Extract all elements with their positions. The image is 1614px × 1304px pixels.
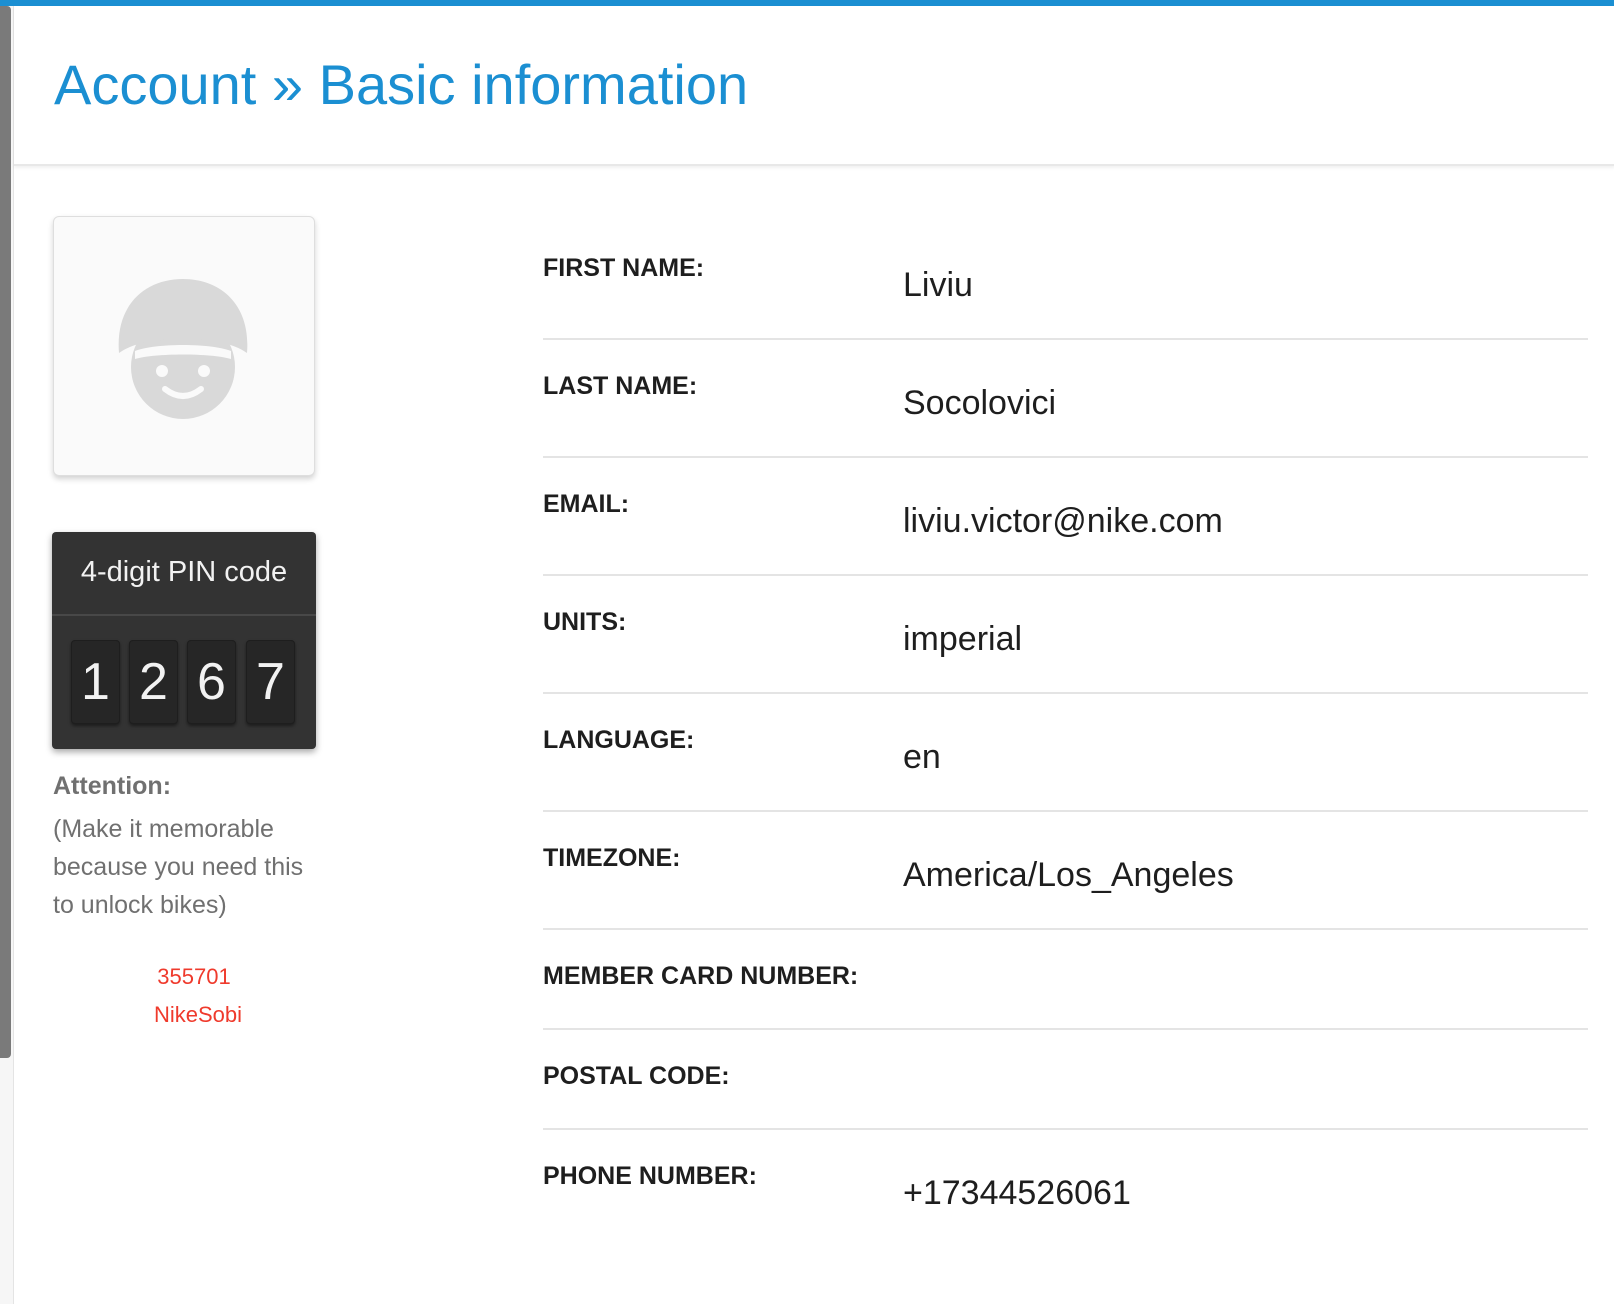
pin-digit: 6 — [187, 640, 236, 724]
field-value: America/Los_Angeles — [903, 856, 1234, 894]
field-value: imperial — [903, 620, 1023, 658]
field-row-last-name: LAST NAME: Socolovici — [543, 340, 1588, 458]
field-label: LANGUAGE: — [543, 726, 695, 754]
field-label: EMAIL: — [543, 490, 630, 518]
field-row-first-name: FIRST NAME: Liviu — [543, 222, 1588, 340]
field-value: Socolovici — [903, 384, 1057, 422]
member-code: 355701 — [157, 964, 231, 989]
account-page: Account » Basic information 4-digit PIN … — [13, 6, 1614, 1304]
field-row-email: EMAIL: liviu.victor@nike.com — [543, 458, 1588, 576]
field-value: en — [903, 738, 941, 776]
attention-label: Attention: — [53, 772, 172, 800]
page-header: Account » Basic information — [14, 6, 1614, 166]
field-row-phone-number: PHONE NUMBER: +17344526061 — [543, 1130, 1588, 1246]
field-label: POSTAL CODE: — [543, 1062, 730, 1090]
field-row-units: UNITS: imperial — [543, 576, 1588, 694]
field-row-postal-code: POSTAL CODE: — [543, 1030, 1588, 1130]
field-value: Liviu — [903, 266, 973, 304]
helmet-avatar-icon — [118, 279, 248, 419]
field-value: +17344526061 — [903, 1174, 1131, 1212]
avatar — [53, 216, 315, 476]
field-label: FIRST NAME: — [543, 254, 705, 282]
field-label: UNITS: — [543, 608, 627, 636]
field-label: TIMEZONE: — [543, 844, 681, 872]
pin-digit: 7 — [246, 640, 295, 724]
field-label: MEMBER CARD NUMBER: — [543, 962, 859, 990]
pin-code-title: 4-digit PIN code — [52, 532, 316, 616]
page-title: Account » Basic information — [54, 53, 749, 116]
field-row-language: LANGUAGE: en — [543, 694, 1588, 812]
scrollbar[interactable] — [0, 6, 11, 1058]
pin-code-panel: 4-digit PIN code 1 2 6 7 — [52, 532, 316, 749]
field-row-member-card-number: MEMBER CARD NUMBER: — [543, 930, 1588, 1030]
attention-text: (Make it memorable because you need this… — [53, 815, 304, 919]
member-name: NikeSobi — [153, 1002, 243, 1027]
pin-digit: 1 — [71, 640, 120, 724]
field-label: LAST NAME: — [543, 372, 698, 400]
pin-digit: 2 — [129, 640, 178, 724]
field-value: liviu.victor@nike.com — [903, 502, 1223, 540]
field-label: PHONE NUMBER: — [543, 1162, 757, 1190]
field-row-timezone: TIMEZONE: America/Los_Angeles — [543, 812, 1588, 930]
